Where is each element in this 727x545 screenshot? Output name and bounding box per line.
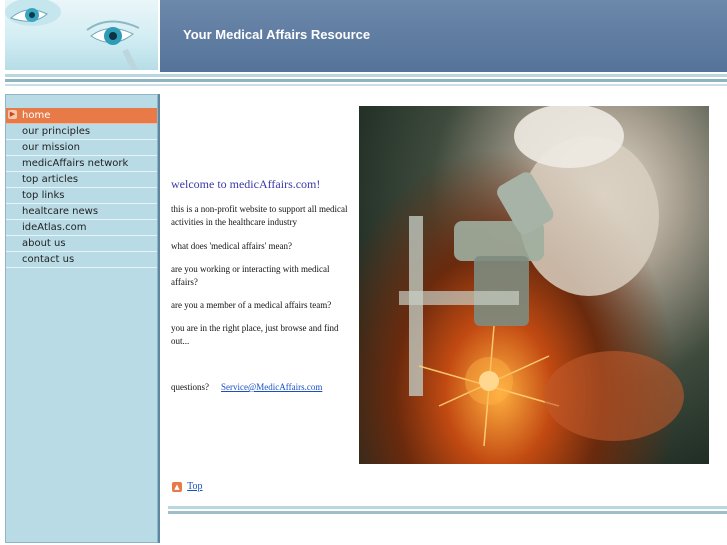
question-paragraph: are you a member of a medical affairs te… [171, 300, 332, 310]
sidebar-edge [158, 94, 160, 543]
nav-list: ▶ home our principles our mission medicA… [6, 108, 157, 268]
header-divider [5, 72, 727, 88]
sidebar-item-top-links[interactable]: top links [6, 188, 157, 204]
sidebar-item-label: our principles [22, 126, 91, 137]
sidebar-item-label: home [22, 110, 51, 121]
site-title: Your Medical Affairs Resource [183, 27, 371, 42]
header-banner: Your Medical Affairs Resource [160, 0, 727, 72]
sidebar-item-label: ideAtlas.com [22, 222, 87, 233]
sidebar-item-our-mission[interactable]: our mission [6, 140, 157, 156]
question-paragraph: what does 'medical affairs' mean? [171, 241, 293, 251]
eye-logo-image [5, 0, 158, 70]
sidebar-item-label: healtcare news [22, 206, 99, 217]
main-content: welcome to medicAffairs.com! this is a n… [168, 100, 727, 540]
lab-microscope-photo [359, 106, 709, 464]
arrow-right-icon: ▶ [8, 110, 17, 119]
sidebar-item-ideatlas[interactable]: ideAtlas.com [6, 220, 157, 236]
site-header: Your Medical Affairs Resource [0, 0, 727, 72]
sidebar-item-about-us[interactable]: about us [6, 236, 157, 252]
sidebar-item-medicaffairs-network[interactable]: medicAffairs network [6, 156, 157, 172]
sidebar-nav: ▶ home our principles our mission medicA… [5, 94, 158, 543]
contact-email-link[interactable]: Service@MedicAffairs.com [221, 382, 322, 392]
microscope-image [399, 106, 684, 447]
closing-paragraph: you are in the right place, just browse … [171, 323, 339, 346]
eye-icon [5, 0, 140, 70]
sidebar-item-label: our mission [22, 142, 80, 153]
sidebar-item-healthcare-news[interactable]: healtcare news [6, 204, 157, 220]
sidebar-item-our-principles[interactable]: our principles [6, 124, 157, 140]
sidebar-item-top-articles[interactable]: top articles [6, 172, 157, 188]
sidebar-item-label: medicAffairs network [22, 158, 129, 169]
top-link-label: Top [187, 481, 203, 492]
intro-paragraph: this is a non-profit website to support … [171, 204, 348, 227]
questions-label: questions? [171, 382, 209, 392]
sidebar-item-home[interactable]: ▶ home [6, 108, 157, 124]
sidebar-item-label: top articles [22, 174, 79, 185]
sidebar-item-contact-us[interactable]: contact us [6, 252, 157, 268]
sidebar-item-label: contact us [22, 254, 75, 265]
arrow-up-icon: ▲ [172, 481, 182, 492]
question-paragraph: are you working or interacting with medi… [171, 264, 330, 287]
welcome-heading: welcome to medicAffairs.com! [171, 177, 321, 191]
sidebar-item-label: top links [22, 190, 65, 201]
sidebar-item-label: about us [22, 238, 66, 249]
back-to-top-link[interactable]: ▲ Top [172, 476, 203, 495]
footer-divider [168, 506, 727, 514]
